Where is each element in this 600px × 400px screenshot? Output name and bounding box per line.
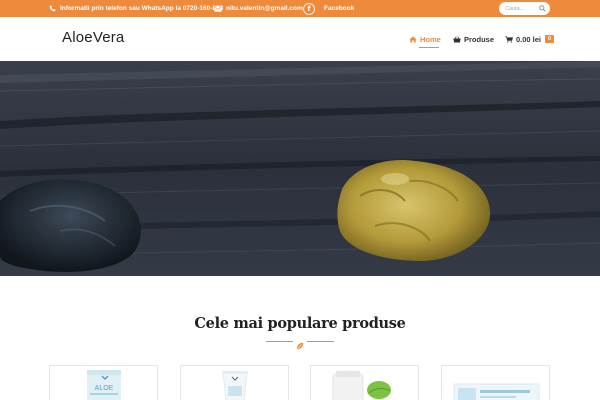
top-bar: Informatii prin telefon sau WhatsApp la … <box>0 0 600 17</box>
product-card[interactable] <box>180 365 289 400</box>
home-icon <box>409 36 417 43</box>
facebook-label[interactable]: Facebook <box>324 5 354 12</box>
search-box[interactable] <box>499 2 550 15</box>
supplement-jar-product <box>332 371 391 400</box>
phone-text: Informatii prin telefon sau WhatsApp la … <box>60 5 224 12</box>
nav-item-home[interactable]: Home <box>409 33 443 48</box>
site-logo[interactable]: AloeVera <box>62 29 124 46</box>
hero-banner-image <box>0 61 600 276</box>
product-card[interactable]: ALOE <box>49 365 158 400</box>
phone-info[interactable]: Informatii prin telefon sau WhatsApp la … <box>49 0 223 17</box>
tube-product <box>222 371 248 400</box>
product-card[interactable] <box>441 365 550 400</box>
nav-item-produse[interactable]: Produse <box>453 33 495 45</box>
section-title: Cele mai populare produse <box>194 315 406 332</box>
basket-icon <box>453 36 461 43</box>
email-info[interactable]: nitu.valentin@gmail.com <box>214 0 303 17</box>
hero-illustration <box>0 61 600 276</box>
cart-icon <box>505 35 513 43</box>
aloe-bottle-product: ALOE <box>87 370 121 400</box>
cart-count-badge: 0 <box>545 35 555 43</box>
leaf-icon <box>296 337 304 355</box>
facebook-link[interactable]: f Facebook <box>303 0 354 17</box>
nav-label-home: Home <box>420 34 441 44</box>
divider-line-left <box>266 341 293 342</box>
search-input[interactable] <box>505 5 537 12</box>
nav-item-cart[interactable]: 0.00 lei 0 <box>505 33 555 45</box>
box-product <box>453 383 540 400</box>
phone-icon <box>49 5 56 12</box>
envelope-icon <box>214 5 222 12</box>
main-nav: Home Produse 0.00 lei 0 <box>409 33 555 48</box>
divider-line-right <box>307 341 334 342</box>
section-divider <box>266 337 334 350</box>
email-text: nitu.valentin@gmail.com <box>226 5 303 12</box>
cart-total: 0.00 lei <box>516 34 542 44</box>
search-icon[interactable] <box>539 5 546 12</box>
nav-label-produse: Produse <box>464 34 495 44</box>
product-card[interactable] <box>310 365 419 400</box>
site-header: AloeVera Home Produse 0.00 lei 0 <box>0 17 600 61</box>
facebook-icon[interactable]: f <box>303 2 315 15</box>
product-label: ALOE <box>95 385 114 392</box>
